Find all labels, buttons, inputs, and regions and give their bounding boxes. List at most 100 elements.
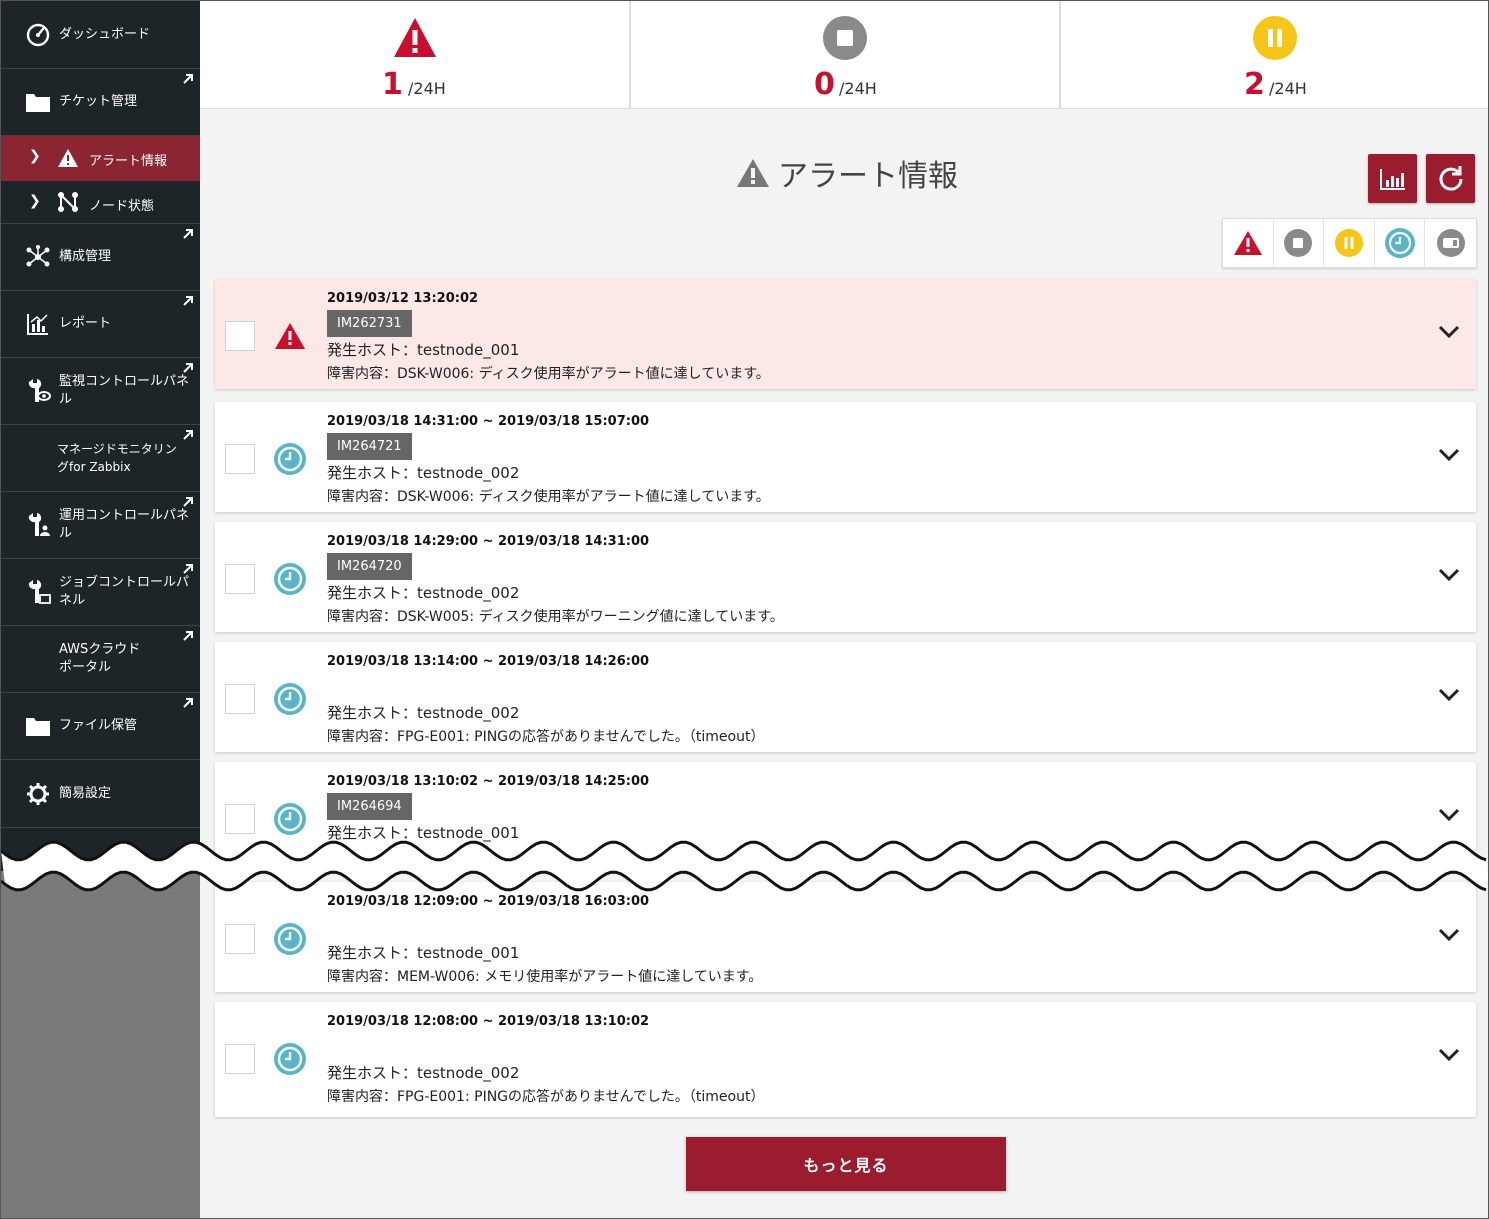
clock-icon bbox=[273, 922, 307, 956]
alert-host: 発生ホスト：testnode_001 bbox=[327, 944, 520, 962]
select-checkbox[interactable] bbox=[225, 684, 255, 714]
incident-id-badge[interactable]: IM264694 bbox=[327, 793, 412, 820]
filter-alert[interactable] bbox=[1223, 219, 1274, 267]
filter-maintenance[interactable] bbox=[1425, 219, 1476, 267]
alert-description: 障害内容：DSK-W006: ディスク使用率がアラート値に達しています。 bbox=[327, 489, 770, 505]
chevron-right-icon: ❯ bbox=[29, 148, 41, 164]
gear-icon bbox=[25, 781, 51, 807]
select-checkbox[interactable] bbox=[225, 1044, 255, 1074]
load-more-button[interactable]: もっと見る bbox=[686, 1137, 1006, 1191]
sidebar: ダッシュボード チケット管理 ❯ アラート情報 ❯ ノード状態 構成管理 レポー… bbox=[1, 1, 200, 1218]
sidebar-item-dashboard[interactable]: ダッシュボード bbox=[1, 1, 200, 69]
external-link-icon bbox=[183, 363, 193, 373]
alert-card[interactable]: 2019/03/18 12:08:00 ~ 2019/03/18 13:10:0… bbox=[215, 1002, 1476, 1117]
select-checkbox[interactable] bbox=[225, 564, 255, 594]
sidebar-item-report[interactable]: レポート bbox=[1, 291, 200, 358]
pause-icon bbox=[1253, 16, 1297, 60]
chevron-down-icon[interactable] bbox=[1438, 928, 1460, 942]
stat-alerts[interactable]: 1 /24H bbox=[200, 1, 630, 109]
job-wrench-icon bbox=[25, 579, 51, 605]
bar-chart-icon bbox=[1379, 168, 1405, 190]
alert-card[interactable]: 2019/03/18 14:31:00 ~ 2019/03/18 15:07:0… bbox=[215, 402, 1476, 512]
sidebar-item-label: AWSクラウドポータル bbox=[59, 642, 141, 675]
pause-icon bbox=[1335, 229, 1364, 257]
monitor-wrench-icon bbox=[25, 378, 51, 404]
clock-icon bbox=[273, 1042, 307, 1076]
chart-button[interactable] bbox=[1368, 154, 1417, 203]
alert-card[interactable]: 2019/03/18 13:14:00 ~ 2019/03/18 14:26:0… bbox=[215, 642, 1476, 752]
chevron-down-icon[interactable] bbox=[1438, 688, 1460, 702]
folder-icon bbox=[25, 89, 51, 115]
alert-card[interactable]: 2019/03/12 13:20:02 IM262731 発生ホスト：testnod… bbox=[215, 279, 1476, 389]
clock-icon bbox=[273, 442, 307, 476]
alert-description: 障害内容：DSK-W005: ディスク使用率がワーニング値に達しています。 bbox=[327, 609, 784, 625]
sidebar-item-label: レポート bbox=[59, 316, 112, 331]
sidebar-item-label: チケット管理 bbox=[59, 94, 138, 109]
incident-id-badge[interactable]: IM264720 bbox=[327, 553, 412, 580]
page-title-text: アラート情報 bbox=[778, 159, 958, 194]
alert-host: 発生ホスト：testnode_001 bbox=[327, 341, 520, 359]
sidebar-subitem-label: アラート情報 bbox=[89, 154, 168, 169]
sidebar-item-label: ファイル保管 bbox=[59, 718, 138, 733]
sidebar-subitem-alerts[interactable]: ❯ アラート情報 bbox=[1, 136, 200, 181]
sidebar-item-managed-monitoring[interactable]: マネージドモニタリングfor Zabbix bbox=[1, 425, 200, 492]
filter-paused[interactable] bbox=[1324, 219, 1375, 267]
filter-stopped[interactable] bbox=[1274, 219, 1325, 267]
folder-icon bbox=[25, 713, 51, 739]
alert-triangle-icon bbox=[1233, 231, 1262, 255]
alert-triangle-icon bbox=[273, 319, 307, 353]
select-checkbox[interactable] bbox=[225, 444, 255, 474]
stat-value: 0 bbox=[814, 67, 835, 102]
stat-paused[interactable]: 2 /24H bbox=[1059, 1, 1488, 109]
sidebar-item-job-panel[interactable]: ジョブコントロールパネル bbox=[1, 559, 200, 626]
sidebar-item-settings[interactable]: 簡易設定 bbox=[1, 760, 200, 828]
sidebar-item-label: マネージドモニタリングfor Zabbix bbox=[57, 442, 177, 474]
stat-suffix: /24H bbox=[408, 79, 446, 98]
sidebar-item-aws-portal[interactable]: AWSクラウドポータル bbox=[1, 626, 200, 693]
alert-description: 障害内容：MEM-W006: メモリ使用率がアラート値に達しています。 bbox=[327, 969, 763, 985]
sidebar-item-ops-panel[interactable]: 運用コントロールパネル bbox=[1, 492, 200, 559]
alert-date: 2019/03/18 12:08:00 ~ 2019/03/18 13:10:0… bbox=[327, 1014, 650, 1029]
select-checkbox[interactable] bbox=[225, 804, 255, 834]
chevron-down-icon[interactable] bbox=[1438, 325, 1460, 339]
stat-value: 1 bbox=[382, 67, 403, 102]
sidebar-item-tickets[interactable]: チケット管理 bbox=[1, 69, 200, 136]
sidebar-item-file-storage[interactable]: ファイル保管 bbox=[1, 693, 200, 760]
alert-date: 2019/03/18 14:29:00 ~ 2019/03/18 14:31:0… bbox=[327, 534, 650, 549]
sidebar-item-label: 監視コントロールパネル bbox=[59, 374, 190, 407]
stop-icon bbox=[1284, 229, 1313, 257]
alert-host: 発生ホスト：testnode_002 bbox=[327, 584, 520, 602]
refresh-icon bbox=[1439, 165, 1463, 191]
incident-id-badge[interactable]: IM262731 bbox=[327, 310, 412, 337]
sidebar-item-label: ジョブコントロールパネル bbox=[59, 575, 190, 608]
external-link-icon bbox=[183, 74, 193, 84]
sidebar-subitem-nodes[interactable]: ❯ ノード状態 bbox=[1, 181, 200, 224]
chevron-down-icon[interactable] bbox=[1438, 1048, 1460, 1062]
alert-host: 発生ホスト：testnode_002 bbox=[327, 464, 520, 482]
incident-id-badge[interactable]: IM264721 bbox=[327, 433, 412, 460]
refresh-button[interactable] bbox=[1426, 154, 1475, 203]
chevron-down-icon[interactable] bbox=[1438, 808, 1460, 822]
stat-value: 2 bbox=[1244, 67, 1265, 102]
dashboard-icon bbox=[25, 22, 51, 48]
alert-card[interactable]: 2019/03/18 14:29:00 ~ 2019/03/18 14:31:0… bbox=[215, 522, 1476, 632]
chevron-right-icon: ❯ bbox=[29, 193, 41, 209]
alert-host: 発生ホスト：testnode_002 bbox=[327, 704, 520, 722]
sidebar-item-config[interactable]: 構成管理 bbox=[1, 224, 200, 291]
alert-description: 障害内容：FPG-E001: PINGの応答がありませんでした。（timeout… bbox=[327, 1089, 765, 1105]
maintenance-icon bbox=[1436, 229, 1465, 257]
chevron-down-icon[interactable] bbox=[1438, 448, 1460, 462]
chevron-down-icon[interactable] bbox=[1438, 568, 1460, 582]
stat-suffix: /24H bbox=[1269, 79, 1307, 98]
select-checkbox[interactable] bbox=[225, 924, 255, 954]
stat-stopped[interactable]: 0 /24H bbox=[629, 1, 1059, 109]
status-filter-bar bbox=[1222, 218, 1477, 268]
sidebar-item-label: 簡易設定 bbox=[59, 785, 112, 801]
warning-icon bbox=[57, 148, 79, 172]
select-checkbox[interactable] bbox=[225, 321, 255, 351]
sidebar-item-label: 運用コントロールパネル bbox=[59, 508, 190, 541]
filter-recovered[interactable] bbox=[1375, 219, 1426, 267]
alert-triangle-icon bbox=[394, 18, 436, 57]
sidebar-subitem-label: ノード状態 bbox=[89, 199, 155, 214]
sidebar-item-monitor-panel[interactable]: 監視コントロールパネル bbox=[1, 358, 200, 425]
